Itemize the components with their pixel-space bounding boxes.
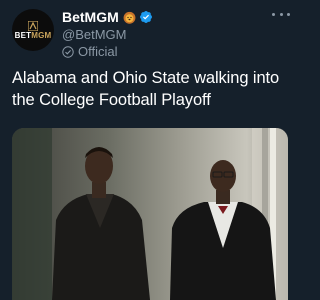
media-photo (12, 128, 288, 300)
verified-badge-icon (139, 11, 152, 23)
lion-face-icon (123, 11, 136, 24)
name-row: BetMGM (62, 8, 262, 26)
avatar-wordmark: BETMGM (14, 30, 52, 40)
more-dot (279, 12, 283, 16)
more-dot (287, 12, 290, 16)
avatar[interactable]: BETMGM (12, 9, 54, 51)
betmgm-logo-icon (28, 20, 38, 31)
tweet-media-image[interactable] (12, 128, 288, 300)
official-label: Official (78, 44, 118, 59)
official-check-icon (62, 45, 74, 58)
avatar-wordmark-bet: BET (14, 30, 32, 40)
avatar-wordmark-mgm: MGM (31, 30, 52, 40)
more-dot (272, 12, 275, 16)
display-name[interactable]: BetMGM (62, 9, 119, 25)
more-options-icon[interactable] (272, 9, 290, 19)
tweet-text: Alabama and Ohio State walking into the … (12, 69, 280, 109)
tweet-card[interactable]: BETMGM BetMGM @BetMGM Official Alabama a… (0, 0, 300, 300)
tweet-header: BetMGM @BetMGM Official (62, 8, 262, 60)
official-label-row: Official (62, 43, 262, 60)
handle[interactable]: @BetMGM (62, 26, 262, 43)
